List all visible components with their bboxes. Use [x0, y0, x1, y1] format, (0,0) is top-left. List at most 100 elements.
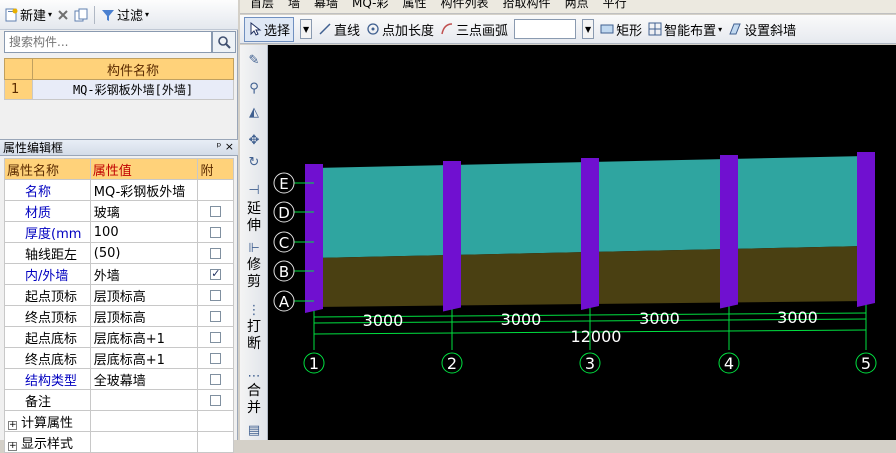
- wall-column[interactable]: [443, 161, 461, 312]
- property-row[interactable]: 起点顶标 层顶标高: [4, 284, 234, 306]
- search-icon: [218, 36, 231, 49]
- rect-button[interactable]: 矩形: [600, 20, 642, 39]
- drawing-canvas[interactable]: 1 2 3 4 5 3000 3000 3000 3000 12000 E D C B A: [268, 45, 896, 440]
- wall-elevation-drawing[interactable]: 1 2 3 4 5 3000 3000 3000 3000 12000 EDCBA: [268, 45, 896, 440]
- point-length-label: 点加长度: [382, 23, 435, 39]
- select-dropdown[interactable]: ▼: [300, 19, 313, 39]
- top-toolbar-item[interactable]: MQ-彩: [352, 0, 388, 11]
- expand-icon[interactable]: +: [8, 441, 17, 451]
- component-name[interactable]: MQ-彩钢板外墙[外墙]: [32, 79, 234, 100]
- wall-column[interactable]: [581, 158, 599, 310]
- attach-cell: [197, 410, 234, 432]
- property-value[interactable]: 层顶标高: [89, 305, 199, 327]
- point-length-button[interactable]: 点加长度: [366, 20, 434, 39]
- property-row[interactable]: 轴线距左 (50): [4, 242, 234, 264]
- property-row[interactable]: 起点底标 层底标高+1: [4, 326, 234, 348]
- filter-icon: [102, 9, 115, 21]
- search-input[interactable]: [4, 31, 212, 53]
- property-row[interactable]: 材质 玻璃: [4, 200, 234, 222]
- top-toolbar-item[interactable]: 平行: [603, 0, 627, 11]
- property-row[interactable]: 备注: [4, 389, 234, 411]
- property-name: 轴线距左: [4, 242, 91, 264]
- attach-checkbox[interactable]: [210, 373, 222, 385]
- property-row[interactable]: 厚度(mm 100: [4, 221, 234, 243]
- property-value[interactable]: 层顶标高: [89, 284, 199, 306]
- property-value[interactable]: 层底标高+1: [89, 326, 199, 348]
- span-dimension-label: 3000: [639, 309, 680, 328]
- property-value[interactable]: 全玻幕墙: [89, 368, 199, 390]
- copy-button[interactable]: [74, 8, 88, 22]
- line-button[interactable]: 直线: [318, 20, 360, 39]
- extend-button[interactable]: 延伸: [243, 201, 265, 235]
- pin-close-icons[interactable]: ᵖ ×: [217, 140, 234, 153]
- brush-icon[interactable]: ✎: [244, 51, 264, 69]
- merge-button[interactable]: 合并: [243, 383, 265, 417]
- top-toolbar-item[interactable]: 墙: [288, 0, 300, 11]
- property-name: 结构类型: [4, 368, 91, 390]
- property-value[interactable]: 层底标高+1: [89, 347, 199, 369]
- attach-checkbox[interactable]: [210, 310, 222, 322]
- property-row[interactable]: 名称 MQ-彩钢板外墙: [4, 179, 234, 201]
- arc-dropdown[interactable]: ▼: [582, 19, 595, 39]
- property-row[interactable]: 终点底标 层底标高+1: [4, 347, 234, 369]
- move-icon[interactable]: ✥: [244, 131, 264, 149]
- slope-wall-button[interactable]: 设置斜墙: [728, 20, 796, 39]
- property-value-header: 属性值: [89, 158, 199, 180]
- property-value[interactable]: MQ-彩钢板外墙: [89, 179, 199, 201]
- attach-checkbox[interactable]: [210, 267, 222, 280]
- row-index: 1: [4, 79, 33, 100]
- top-toolbar-item[interactable]: 构件列表: [441, 0, 489, 11]
- property-group-row[interactable]: + 显示样式: [4, 431, 234, 453]
- top-toolbar-item[interactable]: 首层: [250, 0, 274, 11]
- select-button[interactable]: 选择: [244, 16, 295, 42]
- smart-layout-button[interactable]: 智能布置 ▾: [648, 20, 722, 39]
- table-row[interactable]: 1 MQ-彩钢板外墙[外墙]: [4, 79, 234, 100]
- trim-icon[interactable]: ⊩: [244, 239, 264, 257]
- property-value[interactable]: [89, 389, 199, 411]
- delete-button[interactable]: [56, 8, 70, 22]
- trim-button[interactable]: 修剪: [243, 257, 265, 291]
- filter-button[interactable]: 过滤 ▾: [101, 5, 149, 24]
- new-button[interactable]: 新建 ▾: [4, 5, 52, 24]
- wall-column[interactable]: [305, 164, 323, 313]
- attach-checkbox[interactable]: [210, 394, 222, 406]
- break-icon[interactable]: ⋮: [244, 301, 264, 319]
- property-group[interactable]: + 显示样式: [4, 431, 91, 453]
- arc-button[interactable]: 三点画弧: [440, 20, 508, 39]
- break-button[interactable]: 打断: [243, 319, 265, 353]
- property-name: 厚度(mm: [4, 221, 91, 243]
- attach-checkbox[interactable]: [210, 331, 222, 343]
- component-table: 构件名称 1 MQ-彩钢板外墙[外墙]: [4, 58, 234, 100]
- attach-cell: [197, 200, 234, 222]
- top-toolbar-item[interactable]: 拾取构件: [503, 0, 551, 11]
- attach-checkbox[interactable]: [210, 226, 222, 238]
- attach-checkbox[interactable]: [210, 352, 222, 364]
- top-toolbar-item[interactable]: 属性: [403, 0, 427, 11]
- attach-checkbox[interactable]: [210, 289, 222, 301]
- top-toolbar-item[interactable]: 两点: [565, 0, 589, 11]
- property-group[interactable]: + 计算属性: [4, 410, 91, 432]
- rotate-icon[interactable]: ↻: [244, 153, 264, 171]
- search-button[interactable]: [212, 31, 236, 53]
- attach-checkbox[interactable]: [210, 247, 222, 259]
- property-row[interactable]: 结构类型 全玻幕墙: [4, 368, 234, 390]
- arc-mode-combo[interactable]: [514, 19, 577, 39]
- property-row[interactable]: 终点顶标 层顶标高: [4, 305, 234, 327]
- attach-checkbox[interactable]: [210, 205, 222, 217]
- top-toolbar-item[interactable]: 幕墙: [314, 0, 338, 11]
- more-tools-icon[interactable]: ▤: [244, 421, 264, 439]
- attach-cell: [197, 221, 234, 243]
- property-group-row[interactable]: + 计算属性: [4, 410, 234, 432]
- new-label: 新建: [20, 9, 47, 24]
- flip-icon[interactable]: ◭: [244, 103, 264, 121]
- property-value[interactable]: 玻璃: [89, 200, 199, 222]
- property-value[interactable]: 100: [89, 221, 199, 243]
- wall-column[interactable]: [857, 152, 875, 307]
- property-row[interactable]: 内/外墙 外墙: [4, 263, 234, 285]
- wall-column[interactable]: [720, 154, 738, 309]
- mirror-icon[interactable]: ⚲: [244, 79, 264, 97]
- expand-icon[interactable]: +: [8, 420, 17, 430]
- property-value[interactable]: (50): [89, 242, 199, 264]
- extend-icon[interactable]: ⊣: [244, 181, 264, 199]
- property-value[interactable]: 外墙: [89, 263, 199, 285]
